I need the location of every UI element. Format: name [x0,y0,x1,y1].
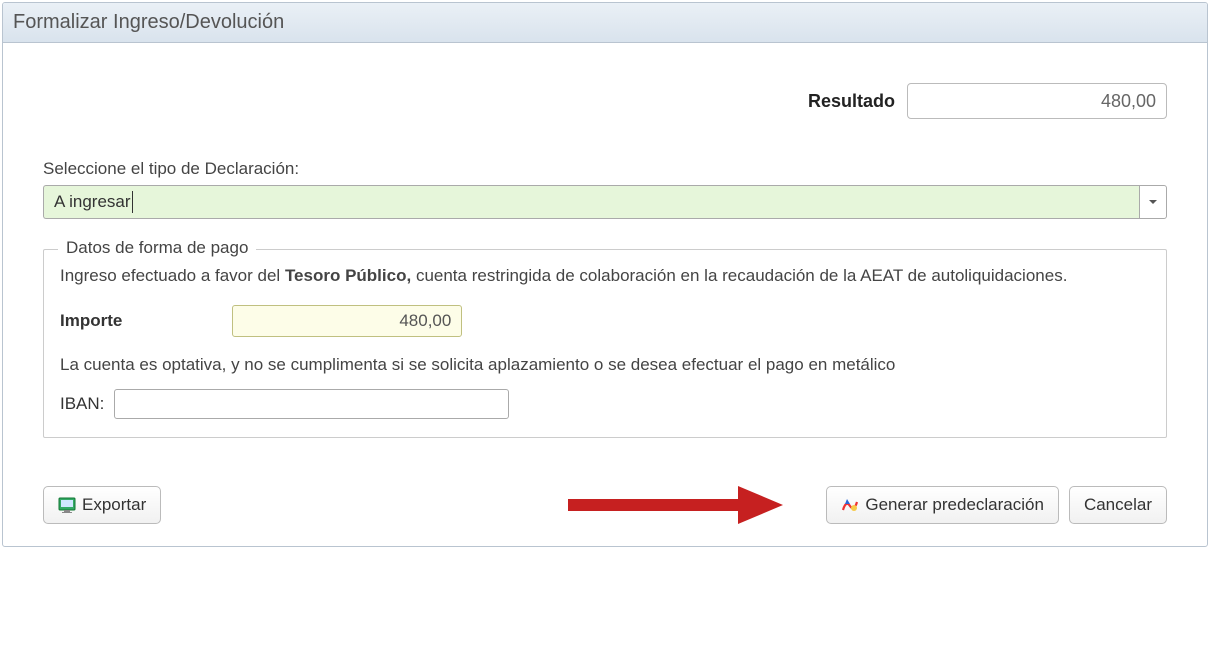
resultado-label: Resultado [808,91,895,112]
declaration-type-value[interactable]: A ingresar [43,185,1139,219]
payment-info-text: Ingreso efectuado a favor del Tesoro Púb… [60,264,1150,289]
declaration-type-select[interactable]: A ingresar [43,185,1167,219]
panel-title: Formalizar Ingreso/Devolución [3,3,1207,43]
predeclaracion-icon [841,496,859,514]
account-hint-text: La cuenta es optativa, y no se cumplimen… [60,355,1150,375]
footer-buttons: Exportar Generar predeclara [3,486,1207,546]
dialog-panel: Formalizar Ingreso/Devolución Resultado … [2,2,1208,547]
resultado-row: Resultado [43,83,1167,119]
cancelar-label: Cancelar [1084,495,1152,515]
iban-input[interactable] [114,389,509,419]
text-cursor [132,191,133,213]
export-icon [58,496,76,514]
importe-value [232,305,462,337]
declaration-type-dropdown-button[interactable] [1139,185,1167,219]
right-button-group: Generar predeclaración Cancelar [826,486,1167,524]
iban-row: IBAN: [60,389,1150,419]
info-pre: Ingreso efectuado a favor del [60,266,285,285]
generar-predeclaracion-button[interactable]: Generar predeclaración [826,486,1059,524]
cancelar-button[interactable]: Cancelar [1069,486,1167,524]
iban-label: IBAN: [60,394,104,414]
importe-label: Importe [60,311,122,331]
declaration-type-label: Seleccione el tipo de Declaración: [43,159,1167,179]
panel-body: Resultado Seleccione el tipo de Declarac… [3,43,1207,486]
generar-label: Generar predeclaración [865,495,1044,515]
fieldset-legend: Datos de forma de pago [58,238,256,258]
chevron-down-icon [1148,197,1158,207]
arrow-annotation [558,480,788,530]
importe-row: Importe [60,305,1150,337]
declaration-type-text: A ingresar [54,192,131,211]
resultado-value [907,83,1167,119]
info-bold: Tesoro Público, [285,266,411,285]
info-post: cuenta restringida de colaboración en la… [416,266,1067,285]
payment-data-fieldset: Datos de forma de pago Ingreso efectuado… [43,249,1167,438]
exportar-label: Exportar [82,495,146,515]
exportar-button[interactable]: Exportar [43,486,161,524]
